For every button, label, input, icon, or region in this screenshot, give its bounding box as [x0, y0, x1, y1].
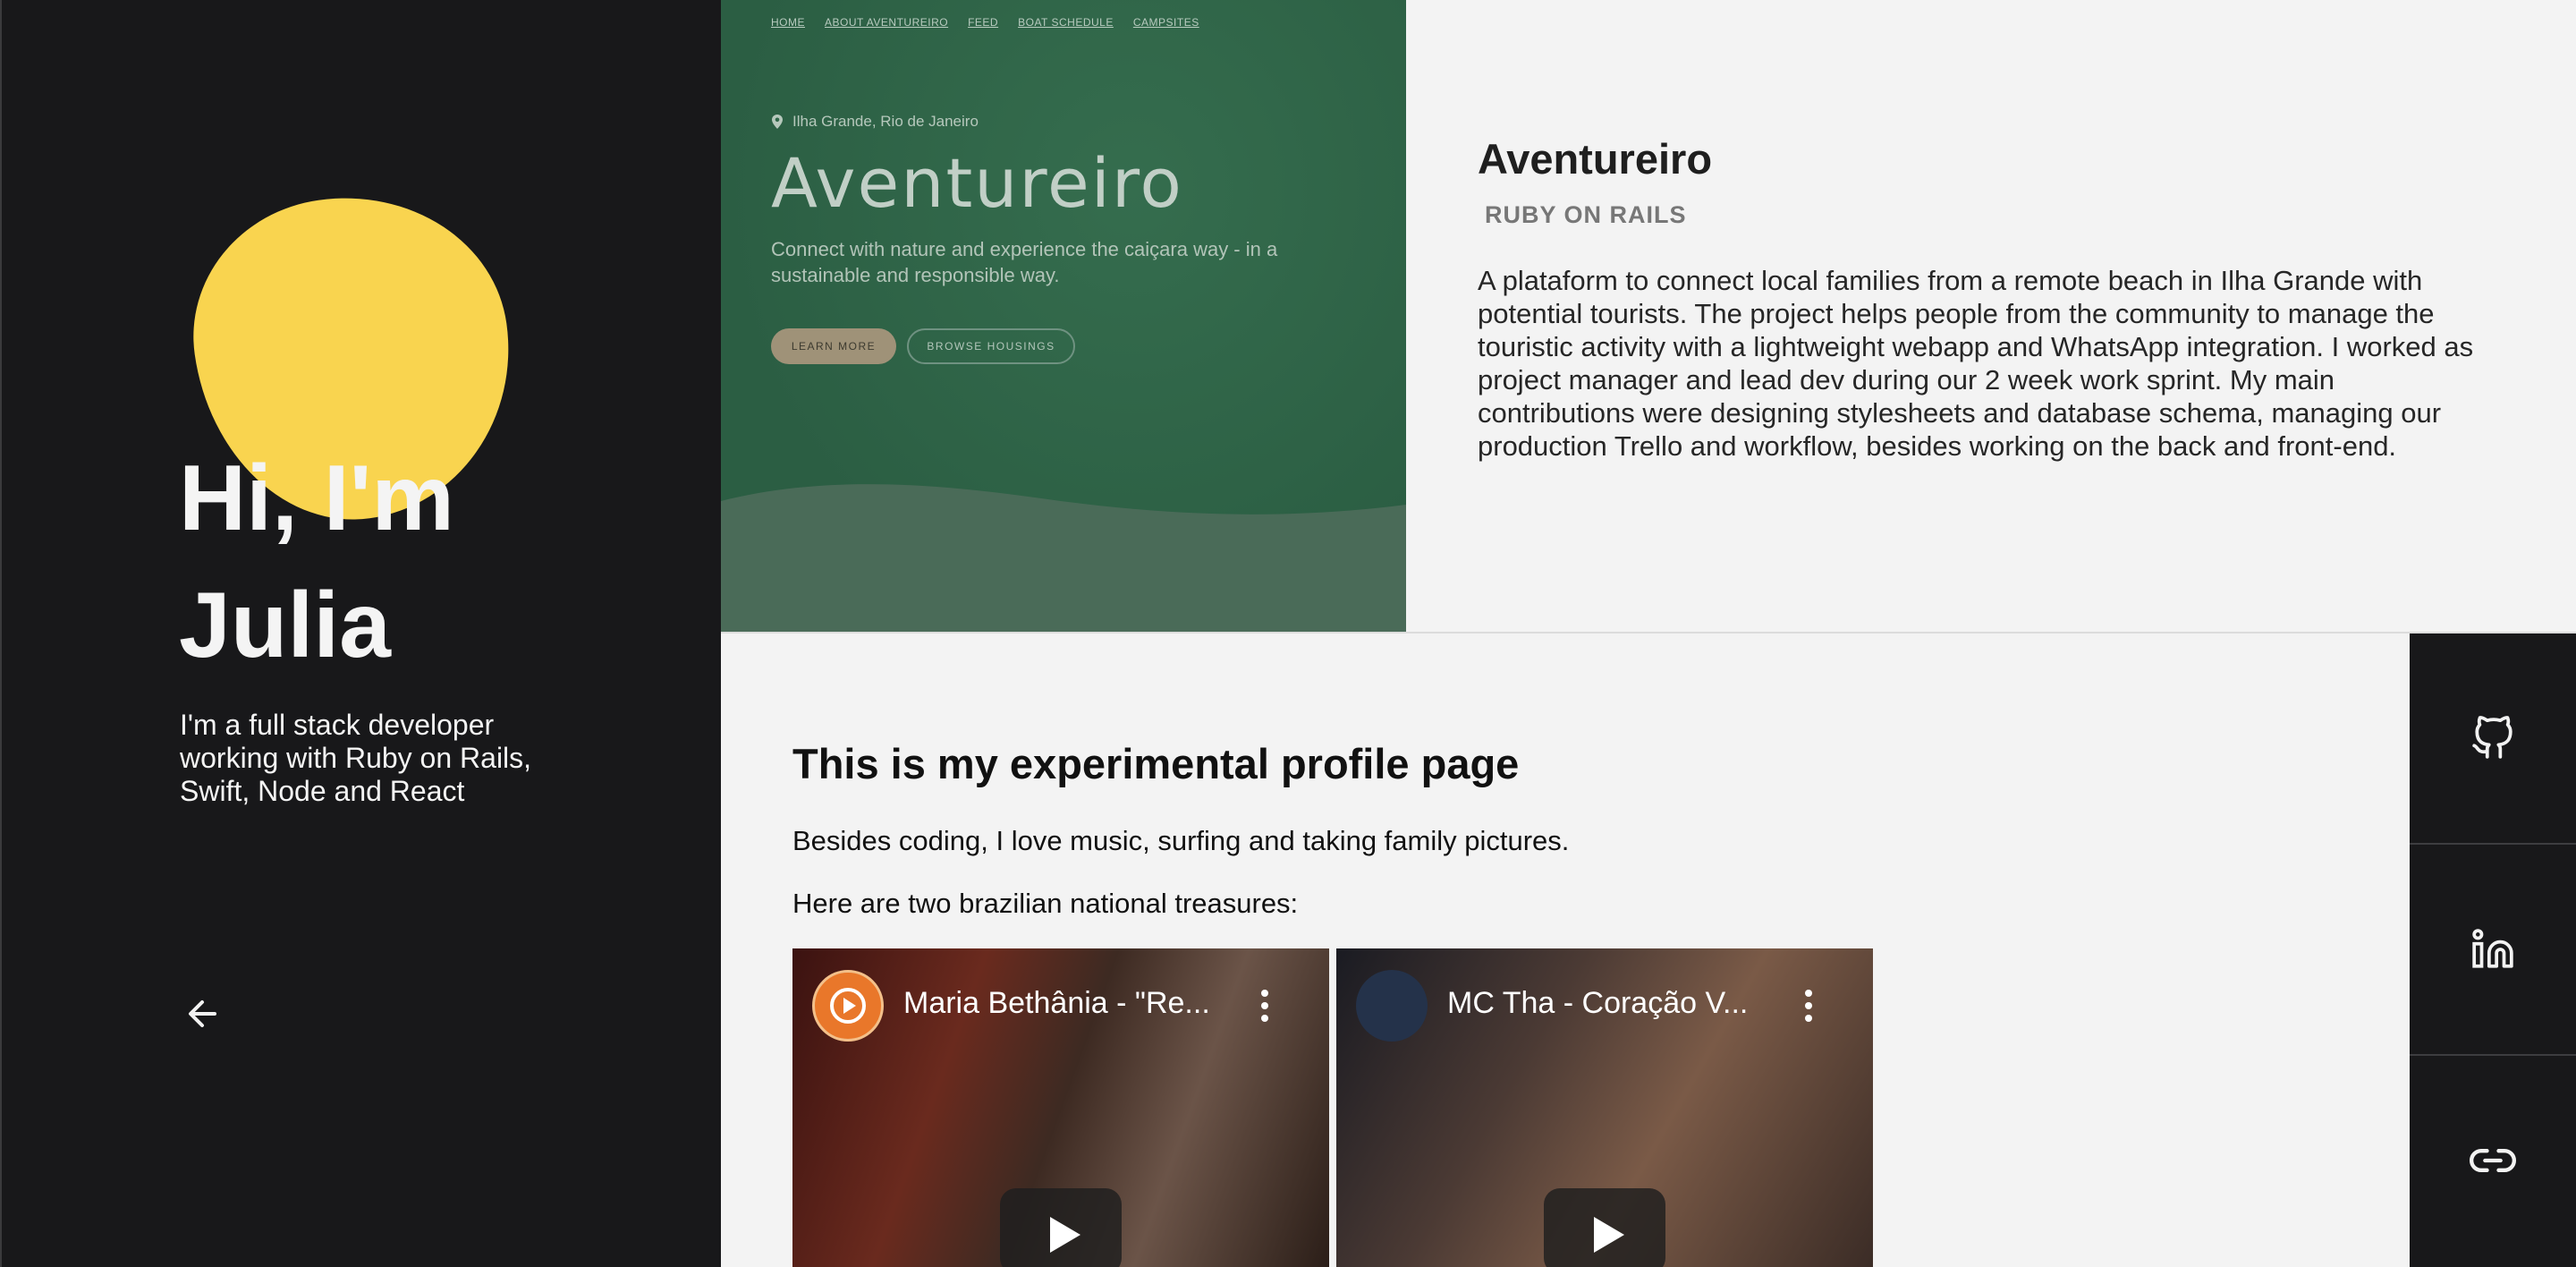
- project-title: Aventureiro: [1478, 135, 1713, 183]
- experimental-paragraph-hobbies: Besides coding, I love music, surfing an…: [792, 825, 1570, 856]
- map-pin-icon: [772, 115, 783, 129]
- video-title[interactable]: MC Tha - Coração V...: [1447, 986, 1748, 1021]
- project-tech-tag: RUBY ON RAILS: [1485, 201, 1687, 228]
- screenshot-location: Ilha Grande, Rio de Janeiro: [771, 113, 979, 131]
- more-options-button[interactable]: [1259, 988, 1270, 1024]
- profile-panel: Hi, I'm Julia I'm a full stack developer…: [0, 0, 721, 1267]
- social-links-sidebar: [2410, 634, 2576, 1267]
- browse-housings-button[interactable]: BROWSE HOUSINGS: [907, 328, 1075, 364]
- experimental-paragraph-treasures: Here are two brazilian national treasure…: [792, 888, 1299, 919]
- screenshot-wave-decoration: [721, 484, 1406, 632]
- more-vertical-icon: [1805, 990, 1812, 1022]
- greeting-name: Julia: [179, 574, 391, 677]
- section-divider: [721, 632, 2576, 634]
- screenshot-nav-home[interactable]: HOME: [771, 16, 805, 29]
- greeting-line-1: Hi, I'm: [179, 446, 454, 550]
- link-icon: [2470, 1149, 2516, 1172]
- video-embed-maria-bethania[interactable]: Maria Bethânia - "Re...: [792, 948, 1329, 1267]
- website-link[interactable]: [2410, 1056, 2576, 1265]
- channel-avatar[interactable]: [1356, 970, 1428, 1042]
- github-link[interactable]: [2410, 634, 2576, 843]
- screenshot-nav-about[interactable]: ABOUT AVENTUREIRO: [825, 16, 948, 29]
- screenshot-nav-boat-schedule[interactable]: BOAT SCHEDULE: [1018, 16, 1114, 29]
- github-icon: [2472, 716, 2512, 759]
- video-title[interactable]: Maria Bethânia - "Re...: [903, 986, 1210, 1021]
- arrow-left-icon: [189, 1000, 216, 1027]
- linkedin-link[interactable]: [2410, 845, 2576, 1054]
- more-vertical-icon: [1261, 990, 1268, 1022]
- greeting-heading: Hi, I'm Julia: [179, 435, 454, 689]
- channel-avatar[interactable]: [812, 970, 884, 1042]
- profile-bio: I'm a full stack developer working with …: [180, 709, 532, 807]
- screenshot-subtitle: Connect with nature and experience the c…: [771, 238, 1278, 286]
- learn-more-button[interactable]: LEARN MORE: [771, 328, 896, 364]
- video-play-button[interactable]: [1544, 1188, 1665, 1267]
- play-icon: [1050, 1217, 1080, 1253]
- project-description: A plataform to connect local families fr…: [1478, 265, 2474, 462]
- screenshot-nav-campsites[interactable]: CAMPSITES: [1133, 16, 1199, 29]
- screenshot-nav-feed[interactable]: FEED: [968, 16, 998, 29]
- play-icon: [1594, 1217, 1624, 1253]
- screenshot-title: Aventureiro: [771, 143, 1183, 223]
- experimental-heading: This is my experimental profile page: [792, 740, 1520, 787]
- window-edge: [0, 0, 2, 1267]
- video-embed-mc-tha[interactable]: MC Tha - Coração V...: [1336, 948, 1873, 1267]
- back-button[interactable]: [182, 993, 224, 1034]
- screenshot-location-text: Ilha Grande, Rio de Janeiro: [792, 113, 979, 130]
- linkedin-icon: [2472, 929, 2513, 968]
- project-screenshot[interactable]: HOME ABOUT AVENTUREIRO FEED BOAT SCHEDUL…: [721, 0, 1406, 632]
- play-circle-icon: [830, 988, 866, 1024]
- video-play-button[interactable]: [1000, 1188, 1122, 1267]
- screenshot-nav: HOME ABOUT AVENTUREIRO FEED BOAT SCHEDUL…: [771, 16, 1199, 29]
- more-options-button[interactable]: [1803, 988, 1814, 1024]
